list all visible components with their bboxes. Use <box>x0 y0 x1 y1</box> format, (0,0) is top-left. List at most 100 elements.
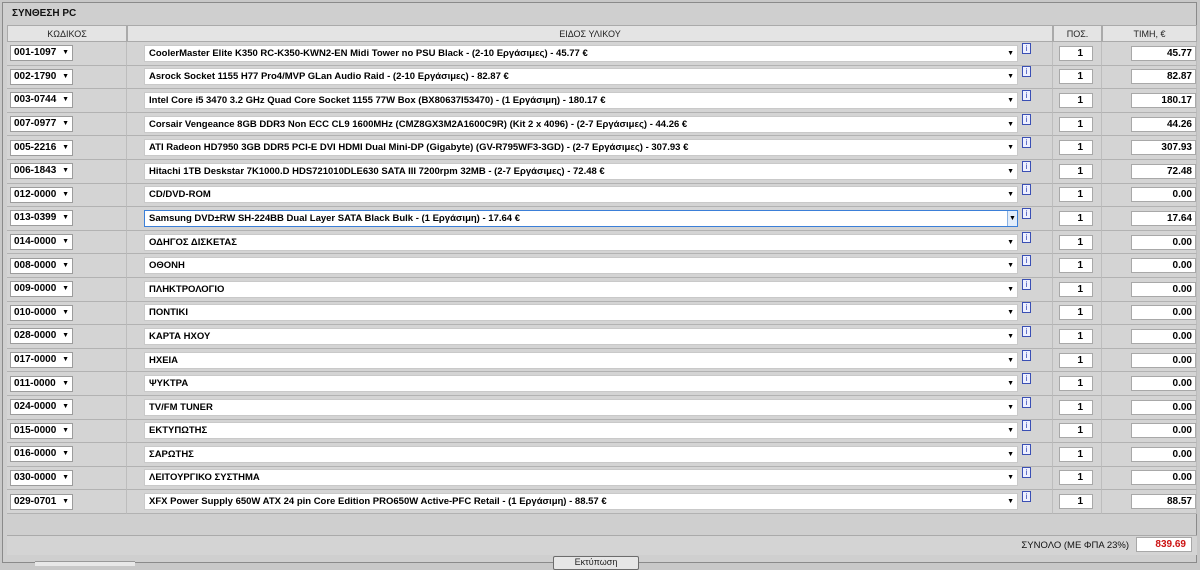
item-select[interactable]: XFX Power Supply 650W ATX 24 pin Core Ed… <box>144 493 1018 511</box>
quantity-input[interactable]: 1 <box>1059 187 1093 203</box>
item-select[interactable]: ΠΛΗΚΤΡΟΛΟΓΙΟ ▼ <box>144 280 1018 298</box>
item-select[interactable]: Asrock Socket 1155 H77 Pro4/MVP GLan Aud… <box>144 68 1018 86</box>
code-select[interactable]: 002-1790 ▼ <box>10 68 73 85</box>
info-icon[interactable]: i <box>1022 66 1031 78</box>
info-icon[interactable]: i <box>1022 137 1031 149</box>
info-icon[interactable]: i <box>1022 89 1031 101</box>
quantity-input[interactable]: 1 <box>1059 258 1093 274</box>
quantity-input[interactable]: 1 <box>1059 446 1093 462</box>
item-select[interactable]: ΨΥΚΤΡΑ ▼ <box>144 375 1018 393</box>
code-select-value: 010-0000 <box>14 306 57 318</box>
code-select[interactable]: 008-0000 ▼ <box>10 257 73 274</box>
qty-cell: 1 <box>1053 89 1102 113</box>
item-cell: ΟΔΗΓΟΣ ΔΙΣΚΕΤΑΣ ▼ i <box>127 230 1053 255</box>
chevron-down-icon: ▼ <box>1007 356 1014 364</box>
item-select[interactable]: ΟΘΟΝΗ ▼ <box>144 257 1018 275</box>
item-select[interactable]: CD/DVD-ROM ▼ <box>144 186 1018 204</box>
code-select[interactable]: 024-0000 ▼ <box>10 399 73 416</box>
info-icon[interactable]: i <box>1022 278 1031 290</box>
info-icon[interactable]: i <box>1022 396 1031 408</box>
info-icon[interactable]: i <box>1022 42 1031 54</box>
quantity-input[interactable]: 1 <box>1059 281 1093 297</box>
info-icon[interactable]: i <box>1022 160 1031 172</box>
quantity-input[interactable]: 1 <box>1059 163 1093 179</box>
item-select[interactable]: ATI Radeon HD7950 3GB DDR5 PCI-E DVI HDM… <box>144 139 1018 157</box>
code-select[interactable]: 030-0000 ▼ <box>10 469 73 486</box>
quantity-input[interactable]: 1 <box>1059 234 1093 250</box>
item-select[interactable]: ΗΧΕΙΑ ▼ <box>144 351 1018 369</box>
info-icon[interactable]: i <box>1022 325 1031 337</box>
info-icon[interactable]: i <box>1022 302 1031 314</box>
item-cell: Corsair Vengeance 8GB DDR3 Non ECC CL9 1… <box>127 112 1053 137</box>
info-icon[interactable]: i <box>1022 491 1031 503</box>
item-select[interactable]: ΣΑΡΩΤΗΣ ▼ <box>144 445 1018 463</box>
quantity-input[interactable]: 1 <box>1059 470 1093 486</box>
item-cell: Samsung DVD±RW SH-224BB Dual Layer SATA … <box>127 207 1053 231</box>
code-select-value: 028-0000 <box>14 330 57 342</box>
item-select[interactable]: CoolerMaster Elite K350 RC-K350-KWN2-EN … <box>144 44 1018 62</box>
code-select[interactable]: 009-0000 ▼ <box>10 281 73 298</box>
item-select[interactable]: Hitachi 1TB Deskstar 7K1000.D HDS721010D… <box>144 162 1018 180</box>
horizontal-scrollbar[interactable] <box>35 561 135 566</box>
print-button[interactable]: Εκτύπωση <box>553 556 639 570</box>
item-select[interactable]: ΚΑΡΤΑ ΗΧΟΥ ▼ <box>144 327 1018 345</box>
item-select[interactable]: ΕΚΤΥΠΩΤΗΣ ▼ <box>144 422 1018 440</box>
quantity-input[interactable]: 1 <box>1059 140 1093 156</box>
info-icon[interactable]: i <box>1022 207 1031 219</box>
code-select[interactable]: 013-0399 ▼ <box>10 210 73 227</box>
info-icon[interactable]: i <box>1022 113 1031 125</box>
item-select[interactable]: ΠΟΝΤΙΚΙ ▼ <box>144 304 1018 322</box>
item-select-value: Hitachi 1TB Deskstar 7K1000.D HDS721010D… <box>149 165 605 177</box>
quantity-input[interactable]: 1 <box>1059 376 1093 392</box>
info-icon[interactable]: i <box>1022 255 1031 267</box>
item-select[interactable]: TV/FM TUNER ▼ <box>144 398 1018 416</box>
item-select[interactable]: Intel Core i5 3470 3.2 GHz Quad Core Soc… <box>144 91 1018 109</box>
item-select[interactable]: Corsair Vengeance 8GB DDR3 Non ECC CL9 1… <box>144 115 1018 133</box>
code-select[interactable]: 001-1097 ▼ <box>10 45 73 62</box>
price-field: 0.00 <box>1131 281 1196 297</box>
code-select[interactable]: 011-0000 ▼ <box>10 375 73 392</box>
code-select[interactable]: 015-0000 ▼ <box>10 422 73 439</box>
code-select[interactable]: 006-1843 ▼ <box>10 163 73 180</box>
quantity-input[interactable]: 1 <box>1059 92 1093 108</box>
code-cell: 005-2216 ▼ <box>7 136 127 160</box>
code-select[interactable]: 014-0000 ▼ <box>10 234 73 251</box>
code-select[interactable]: 003-0744 ▼ <box>10 92 73 109</box>
info-icon[interactable]: i <box>1022 349 1031 361</box>
info-icon[interactable]: i <box>1022 443 1031 455</box>
code-select[interactable]: 012-0000 ▼ <box>10 186 73 203</box>
qty-cell: 1 <box>1053 372 1102 396</box>
chevron-down-icon: ▼ <box>62 426 69 434</box>
item-select[interactable]: Samsung DVD±RW SH-224BB Dual Layer SATA … <box>144 209 1018 227</box>
chevron-down-icon: ▼ <box>62 308 69 316</box>
code-select[interactable]: 029-0701 ▼ <box>10 493 73 510</box>
quantity-input[interactable]: 1 <box>1059 305 1093 321</box>
price-cell: 0.00 <box>1102 395 1197 420</box>
code-select[interactable]: 007-0977 ▼ <box>10 116 73 133</box>
quantity-input[interactable]: 1 <box>1059 45 1093 61</box>
quantity-input[interactable]: 1 <box>1059 399 1093 415</box>
table-row: 029-0701 ▼ XFX Power Supply 650W ATX 24 pi… <box>7 490 1197 514</box>
code-select[interactable]: 016-0000 ▼ <box>10 446 73 463</box>
item-select[interactable]: ΛΕΙΤΟΥΡΓΙΚΟ ΣΥΣΤΗΜΑ ▼ <box>144 469 1018 487</box>
quantity-input[interactable]: 1 <box>1059 328 1093 344</box>
quantity-input[interactable]: 1 <box>1059 494 1093 510</box>
info-icon[interactable]: i <box>1022 420 1031 432</box>
code-select[interactable]: 017-0000 ▼ <box>10 352 73 369</box>
info-icon[interactable]: i <box>1022 184 1031 196</box>
info-icon[interactable]: i <box>1022 231 1031 243</box>
quantity-input[interactable]: 1 <box>1059 352 1093 368</box>
item-select[interactable]: ΟΔΗΓΟΣ ΔΙΣΚΕΤΑΣ ▼ <box>144 233 1018 251</box>
price-cell: 0.00 <box>1102 254 1197 278</box>
info-icon[interactable]: i <box>1022 373 1031 385</box>
item-select-value: ΛΕΙΤΟΥΡΓΙΚΟ ΣΥΣΤΗΜΑ <box>149 472 260 484</box>
quantity-input[interactable]: 1 <box>1059 210 1093 226</box>
code-select[interactable]: 010-0000 ▼ <box>10 304 73 321</box>
code-select[interactable]: 028-0000 ▼ <box>10 328 73 345</box>
quantity-input[interactable]: 1 <box>1059 423 1093 439</box>
code-select[interactable]: 005-2216 ▼ <box>10 139 73 156</box>
quantity-input[interactable]: 1 <box>1059 69 1093 85</box>
quantity-input[interactable]: 1 <box>1059 116 1093 132</box>
price-cell: 45.77 <box>1102 42 1197 66</box>
info-icon[interactable]: i <box>1022 467 1031 479</box>
